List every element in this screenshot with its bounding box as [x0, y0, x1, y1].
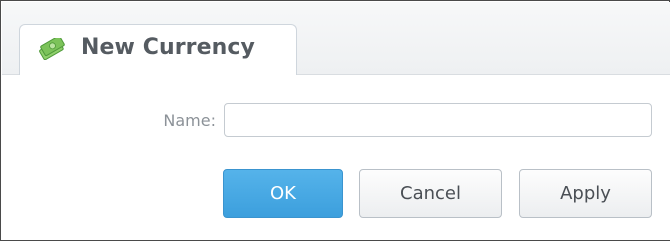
money-icon [37, 35, 67, 61]
form-content: Name: OK Cancel Apply [2, 75, 670, 240]
tab-title: New Currency [81, 35, 255, 60]
tab-strip: New Currency [2, 2, 670, 76]
cancel-button[interactable]: Cancel [359, 169, 502, 218]
name-input[interactable] [224, 103, 652, 137]
dialog-frame: New Currency Name: OK Cancel Apply [0, 0, 670, 241]
apply-button[interactable]: Apply [519, 169, 652, 218]
ok-button[interactable]: OK [223, 169, 343, 218]
name-label: Name: [163, 111, 216, 130]
tab-new-currency[interactable]: New Currency [19, 24, 297, 76]
